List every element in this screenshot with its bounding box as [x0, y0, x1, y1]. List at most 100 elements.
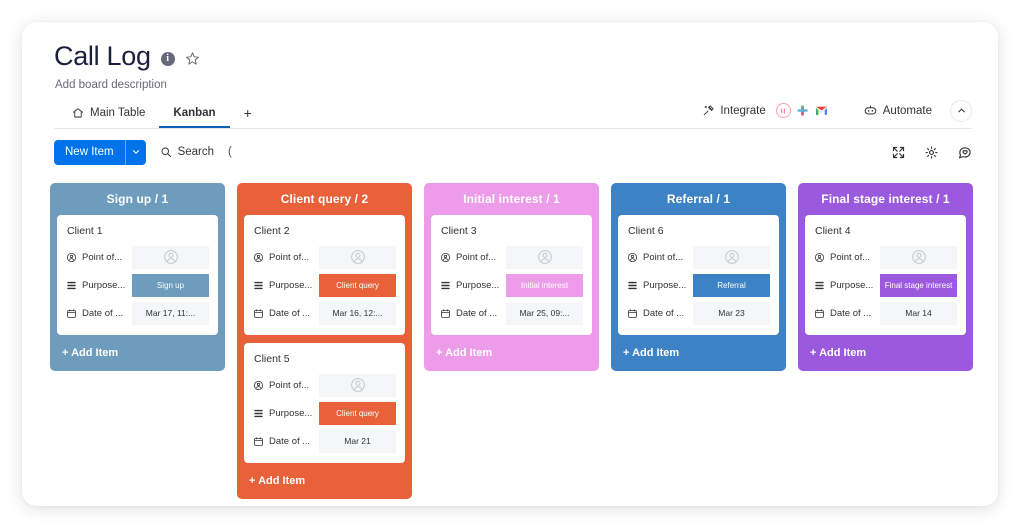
add-item-button[interactable]: + Add Item	[237, 463, 412, 499]
field-value-status[interactable]: Final stage interest	[880, 274, 957, 297]
field-label: Purpose...	[814, 280, 880, 291]
field-label: Date of ...	[440, 308, 506, 319]
field-value-status[interactable]: Sign up	[132, 274, 209, 297]
field-label: Point of...	[440, 252, 506, 263]
kanban-card[interactable]: Client 3 Point of...	[431, 215, 592, 335]
tab-main-table[interactable]: Main Table	[58, 102, 159, 128]
add-view-button[interactable]: +	[230, 101, 266, 128]
field-value-person[interactable]	[693, 246, 770, 269]
kanban-board: Sign up / 1 Client 1	[22, 176, 998, 499]
expand-icon[interactable]	[891, 145, 906, 160]
field-value-person[interactable]	[880, 246, 957, 269]
field-label-text: Purpose...	[643, 280, 686, 291]
card-title: Client 6	[627, 224, 770, 246]
integrate-button[interactable]: Integrate	[694, 101, 773, 120]
field-label: Date of ...	[627, 308, 693, 319]
search-button[interactable]: Search	[160, 146, 214, 158]
card-field-date[interactable]: Date of ... Mar 14	[814, 302, 957, 325]
field-value-date[interactable]: Mar 21	[319, 430, 396, 453]
add-item-button[interactable]: + Add Item	[50, 335, 225, 371]
field-value-date[interactable]: Mar 14	[880, 302, 957, 325]
field-value-status[interactable]: Client query	[319, 274, 396, 297]
card-field-point-of[interactable]: Point of...	[440, 246, 583, 269]
field-label-text: Purpose...	[830, 280, 873, 291]
add-item-button[interactable]: + Add Item	[424, 335, 599, 371]
kanban-card[interactable]: Client 2 Point of...	[244, 215, 405, 335]
tab-kanban[interactable]: Kanban	[159, 102, 229, 128]
board-container: Call Log i Add board description Mai	[22, 22, 998, 506]
field-label: Purpose...	[66, 280, 132, 291]
field-label: Purpose...	[440, 280, 506, 291]
toolbar-icon-group	[891, 145, 972, 160]
field-label: Date of ...	[814, 308, 880, 319]
field-label-text: Point of...	[456, 252, 496, 263]
card-field-point-of[interactable]: Point of...	[253, 246, 396, 269]
chat-icon[interactable]	[957, 145, 972, 160]
field-label-text: Point of...	[82, 252, 122, 263]
card-field-date[interactable]: Date of ... Mar 17, 11:...	[66, 302, 209, 325]
kanban-card[interactable]: Client 5 Point of...	[244, 343, 405, 463]
field-value-date[interactable]: Mar 25, 09:...	[506, 302, 583, 325]
new-item-button[interactable]: New Item	[54, 140, 146, 165]
card-field-purpose[interactable]: Purpose... Final stage interest	[814, 274, 957, 297]
person-circle-icon	[627, 252, 638, 263]
field-value-person[interactable]	[506, 246, 583, 269]
field-label-text: Purpose...	[456, 280, 499, 291]
avatar	[350, 377, 366, 393]
card-title: Client 1	[66, 224, 209, 246]
field-value-person[interactable]	[319, 246, 396, 269]
info-icon[interactable]: i	[161, 52, 175, 66]
board-description[interactable]: Add board description	[55, 79, 972, 91]
calendar-icon	[627, 308, 638, 319]
kanban-card[interactable]: Client 6 Point of...	[618, 215, 779, 335]
page-root: Call Log i Add board description Mai	[0, 0, 1020, 528]
automate-button[interactable]: Automate	[855, 101, 940, 120]
field-value-status[interactable]: Initial interest	[506, 274, 583, 297]
card-field-purpose[interactable]: Purpose... Client query	[253, 274, 396, 297]
gmail-icon[interactable]	[814, 103, 829, 118]
field-value-person[interactable]	[319, 374, 396, 397]
column-header: Client query / 2	[237, 183, 412, 215]
chevron-down-icon[interactable]	[125, 140, 146, 165]
clipped-toolbar-item[interactable]: (	[228, 146, 232, 158]
gear-icon[interactable]	[924, 145, 939, 160]
stripe-icon[interactable]	[776, 103, 791, 118]
card-field-point-of[interactable]: Point of...	[814, 246, 957, 269]
avatar	[350, 249, 366, 265]
search-label: Search	[178, 146, 214, 158]
card-field-point-of[interactable]: Point of...	[253, 374, 396, 397]
field-value-status[interactable]: Referral	[693, 274, 770, 297]
status-list-icon	[253, 408, 264, 419]
field-label: Point of...	[66, 252, 132, 263]
field-value-date[interactable]: Mar 17, 11:...	[132, 302, 209, 325]
card-field-purpose[interactable]: Purpose... Referral	[627, 274, 770, 297]
field-value-status[interactable]: Client query	[319, 402, 396, 425]
field-label-text: Point of...	[269, 252, 309, 263]
card-field-date[interactable]: Date of ... Mar 25, 09:...	[440, 302, 583, 325]
card-field-date[interactable]: Date of ... Mar 23	[627, 302, 770, 325]
calendar-icon	[253, 436, 264, 447]
card-field-point-of[interactable]: Point of...	[66, 246, 209, 269]
person-circle-icon	[253, 380, 264, 391]
field-label-text: Purpose...	[82, 280, 125, 291]
card-field-purpose[interactable]: Purpose... Client query	[253, 402, 396, 425]
add-item-button[interactable]: + Add Item	[611, 335, 786, 371]
card-field-point-of[interactable]: Point of...	[627, 246, 770, 269]
add-item-button[interactable]: + Add Item	[798, 335, 973, 371]
card-field-date[interactable]: Date of ... Mar 21	[253, 430, 396, 453]
field-value-date[interactable]: Mar 23	[693, 302, 770, 325]
kanban-card[interactable]: Client 1 Point of...	[57, 215, 218, 335]
robot-icon	[863, 104, 878, 117]
kanban-card[interactable]: Client 4 Point of...	[805, 215, 966, 335]
person-circle-icon	[253, 252, 264, 263]
card-field-purpose[interactable]: Purpose... Initial interest	[440, 274, 583, 297]
star-icon[interactable]	[185, 51, 200, 66]
integrate-icon	[702, 104, 715, 117]
slack-icon[interactable]	[795, 103, 810, 118]
field-value-person[interactable]	[132, 246, 209, 269]
card-field-purpose[interactable]: Purpose... Sign up	[66, 274, 209, 297]
chevron-up-icon[interactable]	[950, 100, 972, 122]
kanban-column-final-stage-interest: Final stage interest / 1 Client 4	[798, 183, 973, 371]
card-field-date[interactable]: Date of ... Mar 16, 12:...	[253, 302, 396, 325]
field-value-date[interactable]: Mar 16, 12:...	[319, 302, 396, 325]
